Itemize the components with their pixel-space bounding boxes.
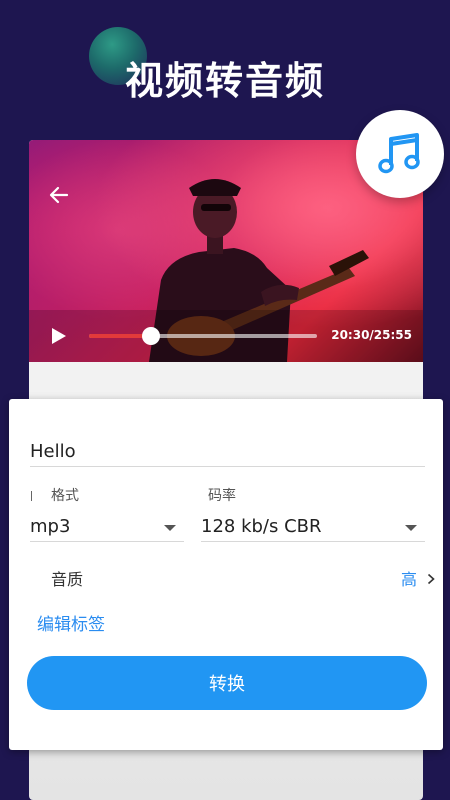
edit-tags-link[interactable]: 编辑标签	[37, 610, 105, 635]
format-value: mp3	[30, 516, 71, 537]
progress-track[interactable]	[89, 327, 317, 345]
bitrate-value: 128 kb/s CBR	[201, 516, 322, 537]
progress-thumb[interactable]	[141, 327, 160, 345]
page-title: 视频转音频	[124, 59, 325, 103]
format-label: 格式	[51, 488, 79, 504]
convert-button[interactable]: 转换	[27, 656, 427, 710]
back-arrow-icon[interactable]	[49, 186, 69, 208]
format-select[interactable]: mp3	[30, 506, 184, 542]
chevron-right-icon	[427, 570, 435, 589]
play-icon[interactable]	[51, 327, 67, 349]
time-label: 20:30/25:55	[331, 328, 412, 342]
quality-value: 高	[401, 570, 418, 589]
audio-quality-row[interactable]: 音质 高	[9, 559, 443, 593]
dropdown-caret-icon	[164, 525, 176, 531]
bitrate-label: 码率	[208, 488, 236, 504]
music-note-icon	[378, 133, 420, 174]
file-name-input[interactable]	[30, 437, 425, 467]
dropdown-caret-icon	[405, 525, 417, 531]
music-badge	[356, 110, 444, 198]
bitrate-select[interactable]: 128 kb/s CBR	[201, 506, 425, 542]
quality-label: 音质	[51, 570, 84, 589]
conversion-form: 格式 码率 mp3 128 kb/s CBR 音质 高 编辑标签 转换	[9, 399, 443, 750]
text-cursor	[31, 491, 32, 501]
